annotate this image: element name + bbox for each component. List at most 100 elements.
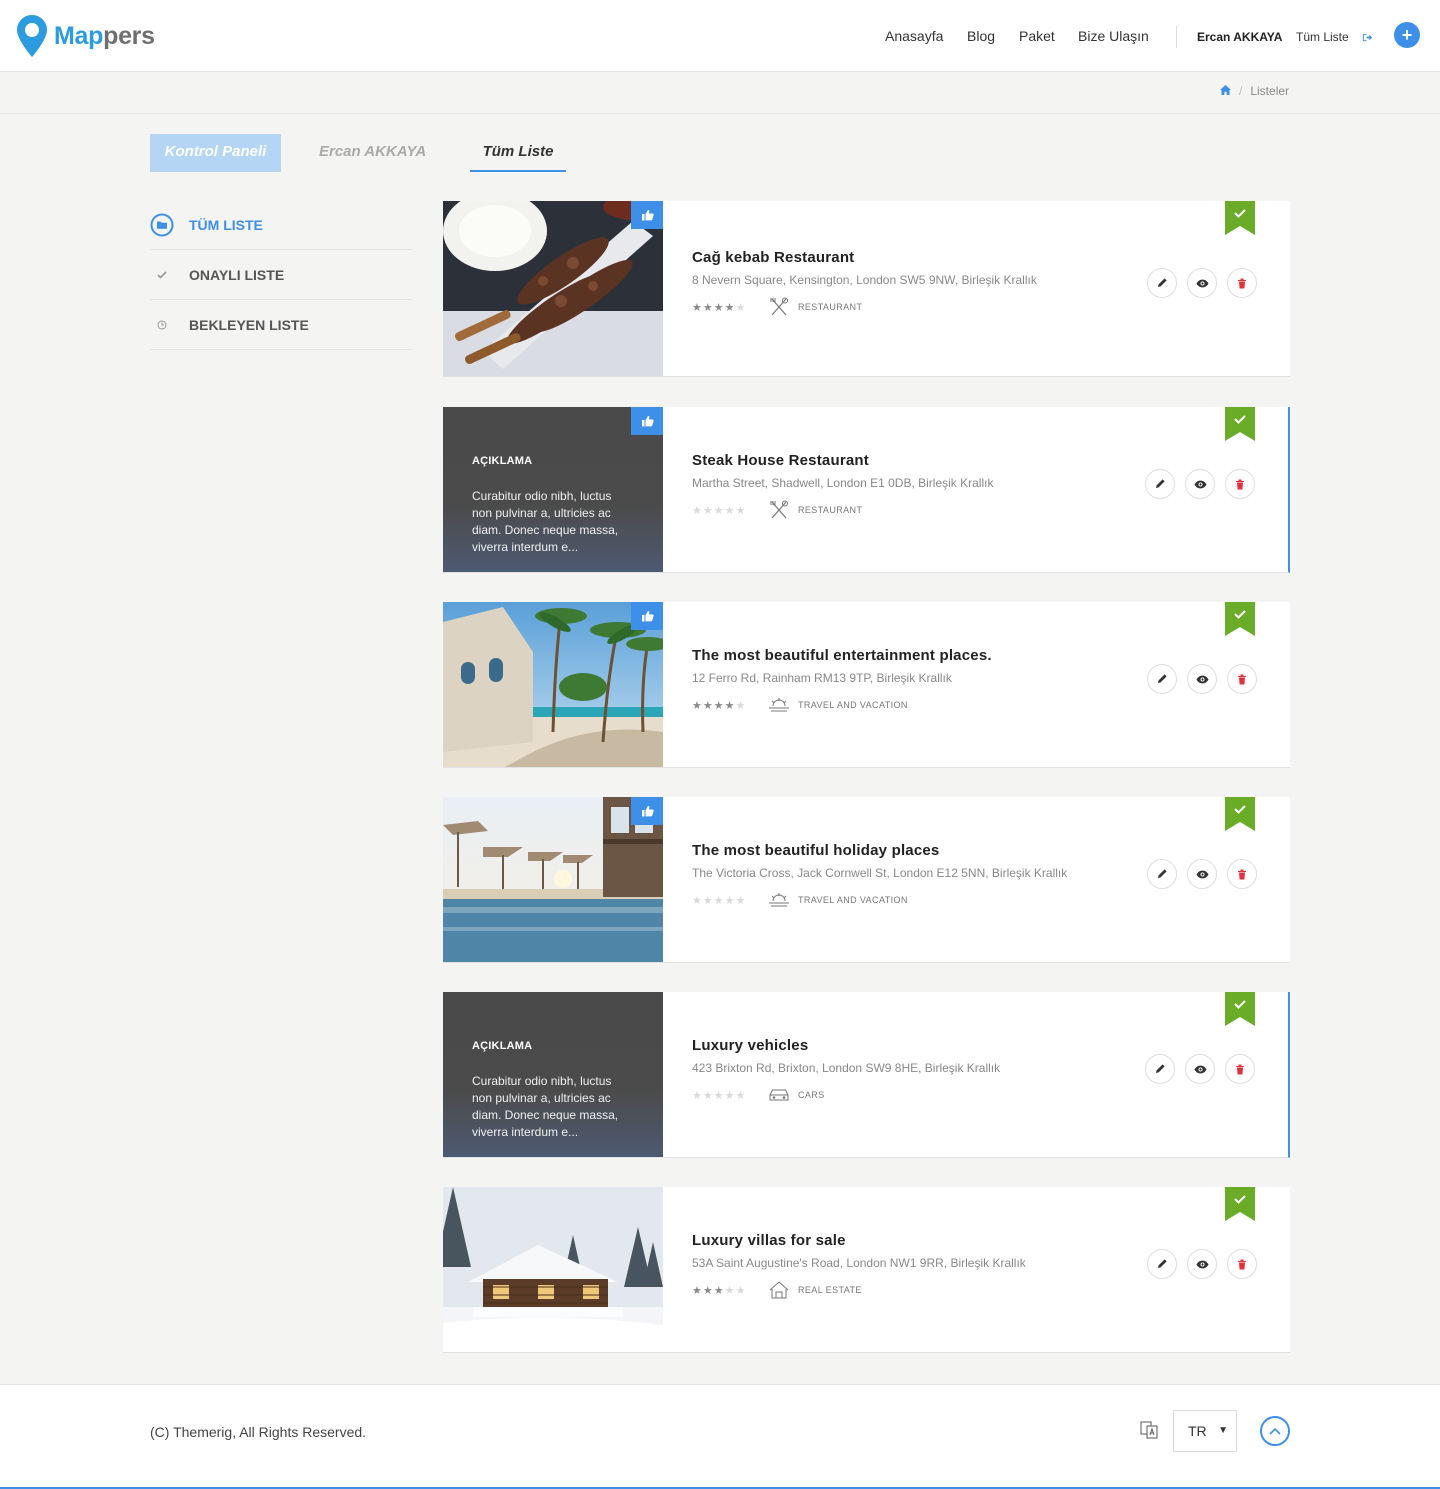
listing-title[interactable]: Steak House Restaurant xyxy=(692,452,1192,469)
breadcrumb: / Listeler xyxy=(1220,84,1289,98)
listing-body: Steak House Restaurant Martha Street, Sh… xyxy=(692,452,1192,520)
tab-dashboard[interactable]: Kontrol Paneli xyxy=(150,134,281,172)
edit-button[interactable] xyxy=(1147,268,1177,298)
view-button[interactable] xyxy=(1185,469,1215,499)
thumbs-up-icon xyxy=(641,416,654,427)
approved-ribbon xyxy=(1225,602,1255,636)
view-button[interactable] xyxy=(1187,1249,1217,1279)
sidebar-item-pending[interactable]: BEKLEYEN LISTE xyxy=(150,300,412,350)
listing-description[interactable]: AÇIKLAMA Curabitur odio nibh, luctus non… xyxy=(443,992,663,1157)
like-badge[interactable] xyxy=(631,602,663,630)
nav-package[interactable]: Paket xyxy=(1019,28,1055,44)
star-rating: ★★★★★ xyxy=(692,301,747,314)
edit-button[interactable] xyxy=(1147,1249,1177,1279)
eye-icon xyxy=(1194,480,1206,488)
language-select[interactable]: TR ▼ xyxy=(1173,1410,1237,1452)
view-button[interactable] xyxy=(1187,664,1217,694)
description-heading: AÇIKLAMA xyxy=(472,455,533,467)
tab-user[interactable]: Ercan AKKAYA xyxy=(319,134,426,172)
edit-button[interactable] xyxy=(1147,859,1177,889)
breadcrumb-separator: / xyxy=(1239,84,1243,98)
listing-address: 12 Ferro Rd, Rainham RM13 9TP, Birleşik … xyxy=(692,671,952,685)
pencil-icon xyxy=(1158,1259,1167,1268)
sidebar-item-all[interactable]: TÜM LISTE xyxy=(150,200,412,250)
eye-icon xyxy=(1196,279,1208,287)
delete-button[interactable] xyxy=(1225,1054,1255,1084)
nav-contact[interactable]: Bize Ulaşın xyxy=(1078,28,1149,44)
listing-actions xyxy=(1147,859,1257,889)
translate-icon xyxy=(1140,1421,1158,1444)
view-button[interactable] xyxy=(1187,859,1217,889)
tab-all-list[interactable]: Tüm Liste xyxy=(470,134,566,172)
listing-address: Martha Street, Shadwell, London E1 0DB, … xyxy=(692,476,994,490)
view-button[interactable] xyxy=(1185,1054,1215,1084)
like-badge[interactable] xyxy=(631,201,663,229)
listing-title[interactable]: Luxury villas for sale xyxy=(692,1232,1192,1249)
delete-button[interactable] xyxy=(1227,1249,1257,1279)
delete-button[interactable] xyxy=(1227,664,1257,694)
like-badge[interactable] xyxy=(631,407,663,435)
thumbs-up-icon xyxy=(641,806,654,817)
listing-title[interactable]: Cağ kebab Restaurant xyxy=(692,249,1192,266)
listing-card: Cağ kebab Restaurant 8 Nevern Square, Ke… xyxy=(443,201,1290,377)
kebab-photo[interactable] xyxy=(443,201,663,376)
approved-ribbon xyxy=(1225,407,1255,441)
listing-body: Luxury vehicles 423 Brixton Rd, Brixton,… xyxy=(692,1037,1192,1105)
delete-button[interactable] xyxy=(1227,268,1257,298)
cabin-photo[interactable] xyxy=(443,1187,663,1352)
scroll-top-button[interactable] xyxy=(1260,1416,1290,1446)
edit-button[interactable] xyxy=(1145,1054,1175,1084)
listing-actions xyxy=(1145,1054,1255,1084)
star-rating: ★★★★★ xyxy=(692,504,747,517)
listing-title[interactable]: Luxury vehicles xyxy=(692,1037,1192,1054)
description-heading: AÇIKLAMA xyxy=(472,1040,533,1052)
listing-card: The most beautiful holiday places The Vi… xyxy=(443,797,1290,963)
view-button[interactable] xyxy=(1187,268,1217,298)
home-icon[interactable] xyxy=(1220,84,1231,98)
listing-body: The most beautiful holiday places The Vi… xyxy=(692,842,1192,910)
listing-body: Luxury villas for sale 53A Saint Augusti… xyxy=(692,1232,1192,1300)
listing-address: 8 Nevern Square, Kensington, London SW5 … xyxy=(692,273,1037,287)
pencil-icon xyxy=(1156,479,1165,488)
listing-actions xyxy=(1147,1249,1257,1279)
listing-category: REAL ESTATE xyxy=(798,1285,862,1295)
sidebar-item-label: ONAYLI LISTE xyxy=(189,266,285,283)
utensils-icon xyxy=(768,500,790,520)
utensils-icon xyxy=(768,297,790,317)
listing-address: 53A Saint Augustine's Road, London NW1 9… xyxy=(692,1256,1026,1270)
thumbs-up-icon xyxy=(641,611,654,622)
chevron-up-icon xyxy=(1269,1427,1281,1435)
sidebar-item-approved[interactable]: ONAYLI LISTE xyxy=(150,250,412,300)
listing-actions xyxy=(1145,469,1255,499)
listing-description[interactable]: AÇIKLAMA Curabitur odio nibh, luctus non… xyxy=(443,407,663,572)
edit-button[interactable] xyxy=(1145,469,1175,499)
trash-icon xyxy=(1238,674,1246,684)
pool-photo[interactable] xyxy=(443,797,663,962)
listing-title[interactable]: The most beautiful entertainment places. xyxy=(692,647,1192,664)
logout-icon[interactable] xyxy=(1362,30,1373,48)
sidebar: TÜM LISTE ONAYLI LISTE BEKLEYEN LISTE xyxy=(150,200,412,350)
listing-title[interactable]: The most beautiful holiday places xyxy=(692,842,1192,859)
listing-card: Luxury villas for sale 53A Saint Augusti… xyxy=(443,1187,1290,1353)
delete-button[interactable] xyxy=(1225,469,1255,499)
beach-photo[interactable] xyxy=(443,602,663,767)
add-listing-button[interactable]: + xyxy=(1394,22,1420,48)
listing-card: The most beautiful entertainment places.… xyxy=(443,602,1290,768)
star-rating: ★★★★★ xyxy=(692,699,747,712)
sidebar-item-label: TÜM LISTE xyxy=(189,216,263,233)
sun-icon xyxy=(768,695,790,715)
listing-body: The most beautiful entertainment places.… xyxy=(692,647,1192,715)
nav-all-list[interactable]: Tüm Liste xyxy=(1296,30,1349,44)
description-text: Curabitur odio nibh, luctus non pulvinar… xyxy=(472,1074,619,1139)
like-badge[interactable] xyxy=(631,797,663,825)
delete-button[interactable] xyxy=(1227,859,1257,889)
eye-icon xyxy=(1196,675,1208,683)
nav-blog[interactable]: Blog xyxy=(967,28,995,44)
nav-user-name[interactable]: Ercan AKKAYA xyxy=(1197,30,1282,44)
edit-button[interactable] xyxy=(1147,664,1177,694)
nav-home[interactable]: Anasayfa xyxy=(885,28,943,44)
trash-icon xyxy=(1236,479,1244,489)
trash-icon xyxy=(1238,1259,1246,1269)
check-icon xyxy=(150,263,174,287)
listing-address: 423 Brixton Rd, Brixton, London SW9 8HE,… xyxy=(692,1061,1001,1075)
